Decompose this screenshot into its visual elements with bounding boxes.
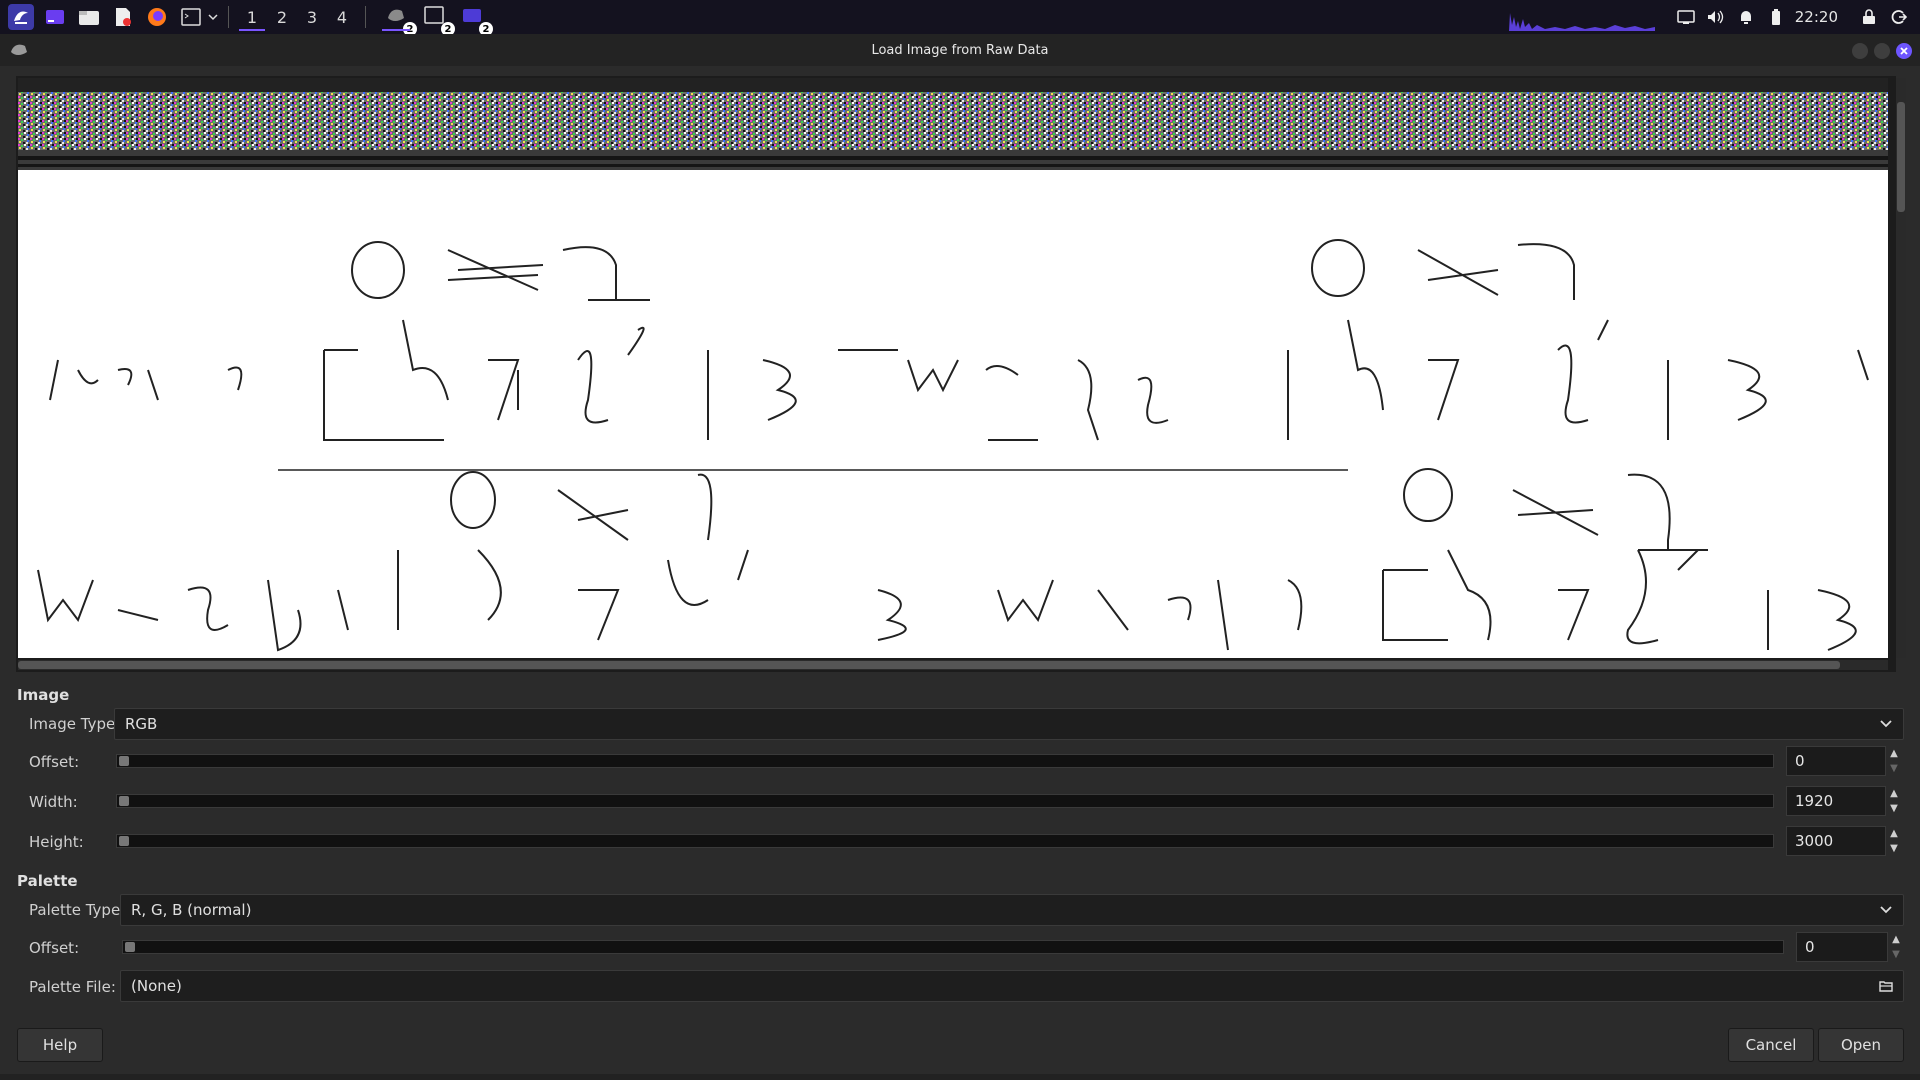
chevron-down-icon: [1880, 720, 1892, 728]
preview-noise-band: [18, 78, 1888, 170]
image-section-heading: Image: [17, 686, 70, 704]
display-icon[interactable]: [1671, 2, 1701, 32]
horizontal-scrollbar-thumb[interactable]: [18, 661, 1840, 669]
height-slider[interactable]: [116, 834, 1774, 848]
palette-type-combo[interactable]: R, G, B (normal): [120, 894, 1904, 926]
preview-frame: [16, 76, 1906, 672]
window-bottom-edge: [0, 1074, 1920, 1080]
palette-type-label: Palette Type:: [29, 901, 126, 919]
battery-icon[interactable]: [1761, 2, 1791, 32]
chevron-down-icon: [1880, 906, 1892, 914]
dialog-titlebar: Load Image from Raw Data: [0, 34, 1920, 66]
volume-icon[interactable]: [1701, 2, 1731, 32]
gimp-icon: [11, 44, 27, 55]
palette-offset-slider[interactable]: [122, 940, 1784, 954]
minimize-button[interactable]: [1852, 43, 1868, 59]
close-icon: [1900, 47, 1908, 55]
chevron-down-icon[interactable]: [206, 4, 220, 30]
slider-knob[interactable]: [119, 836, 129, 846]
preview-horizontal-scrollbar[interactable]: [18, 660, 1888, 670]
logout-icon[interactable]: [1884, 2, 1914, 32]
spin-up-icon[interactable]: ▲: [1886, 786, 1902, 801]
height-spin-arrows[interactable]: ▲ ▼: [1886, 826, 1902, 856]
palette-type-value: R, G, B (normal): [131, 901, 252, 919]
file-manager-icon[interactable]: [76, 4, 102, 30]
open-folder-icon[interactable]: [1879, 979, 1893, 993]
task-gimp[interactable]: 2: [380, 2, 417, 36]
palette-offset-spinbox[interactable]: 0: [1796, 932, 1888, 962]
workspace-1[interactable]: 1: [237, 2, 267, 32]
open-button[interactable]: Open: [1818, 1028, 1904, 1062]
palette-file-label: Palette File:: [29, 978, 116, 996]
palette-file-value: (None): [131, 977, 182, 995]
image-type-value: RGB: [125, 715, 158, 733]
cpu-graph: [1504, 13, 1655, 31]
spin-down-icon[interactable]: ▼: [1888, 947, 1904, 962]
slider-knob[interactable]: [125, 942, 135, 952]
spin-down-icon[interactable]: ▼: [1886, 841, 1902, 856]
firefox-icon[interactable]: [144, 4, 170, 30]
raw-image-preview: [18, 78, 1888, 658]
image-type-label: Image Type:: [29, 715, 121, 733]
clock[interactable]: 22:20: [1795, 8, 1838, 26]
height-label: Height:: [29, 833, 84, 851]
workspace-4[interactable]: 4: [327, 2, 357, 32]
notification-bell-icon[interactable]: [1731, 2, 1761, 32]
spin-down-icon[interactable]: ▼: [1886, 761, 1902, 776]
workspace-2[interactable]: 2: [267, 2, 297, 32]
spin-up-icon[interactable]: ▲: [1886, 746, 1902, 761]
palette-file-chooser[interactable]: (None): [120, 970, 1904, 1002]
maximize-button[interactable]: [1874, 43, 1890, 59]
offset-label: Offset:: [29, 753, 80, 771]
vertical-scrollbar-thumb[interactable]: [1897, 102, 1905, 212]
cancel-button[interactable]: Cancel: [1728, 1028, 1814, 1062]
offset-spin-arrows[interactable]: ▲ ▼: [1886, 746, 1902, 776]
separator: [365, 6, 366, 28]
width-slider[interactable]: [116, 794, 1774, 808]
dialog-title: Load Image from Raw Data: [871, 42, 1049, 58]
separator: [228, 6, 229, 28]
height-spinbox[interactable]: 3000: [1786, 826, 1886, 856]
slider-knob[interactable]: [119, 796, 129, 806]
preview-vertical-scrollbar[interactable]: [1896, 78, 1906, 658]
image-type-combo[interactable]: RGB: [114, 708, 1904, 740]
task-files[interactable]: 2: [456, 2, 493, 36]
width-spinbox[interactable]: 1920: [1786, 786, 1886, 816]
spin-up-icon[interactable]: ▲: [1888, 932, 1904, 947]
palette-offset-label: Offset:: [29, 939, 80, 957]
task-terminal[interactable]: 2: [418, 2, 455, 36]
spin-down-icon[interactable]: ▼: [1886, 801, 1902, 816]
width-label: Width:: [29, 793, 78, 811]
lock-icon[interactable]: [1854, 2, 1884, 32]
terminal-icon[interactable]: [178, 4, 204, 30]
palette-offset-spin-arrows[interactable]: ▲ ▼: [1888, 932, 1904, 962]
slider-knob[interactable]: [119, 756, 129, 766]
palette-section-heading: Palette: [17, 872, 78, 890]
text-editor-icon[interactable]: [110, 4, 136, 30]
app-menu-icon[interactable]: [8, 4, 34, 30]
close-button[interactable]: [1896, 43, 1912, 59]
offset-slider[interactable]: [116, 754, 1774, 768]
width-spin-arrows[interactable]: ▲ ▼: [1886, 786, 1902, 816]
spin-up-icon[interactable]: ▲: [1886, 826, 1902, 841]
offset-spinbox[interactable]: 0: [1786, 746, 1886, 776]
system-tray: 22:20: [1504, 0, 1920, 34]
help-button[interactable]: Help: [17, 1028, 103, 1062]
screen-icon[interactable]: [42, 4, 68, 30]
workspace-3[interactable]: 3: [297, 2, 327, 32]
top-panel: 1 2 3 4 2 2 2 22:20: [0, 0, 1920, 36]
preview-handwriting: [37, 239, 1869, 652]
